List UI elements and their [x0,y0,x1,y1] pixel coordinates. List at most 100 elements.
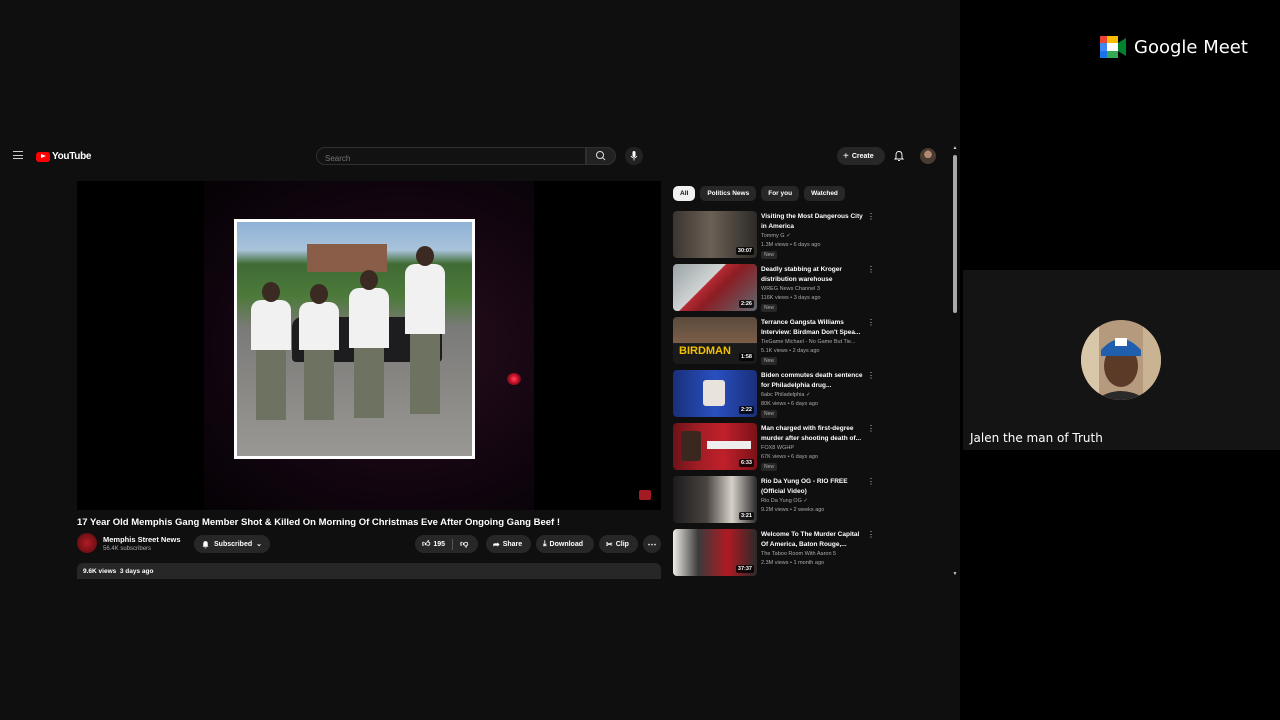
recommendation-title[interactable]: Biden commutes death sentence for Philad… [761,371,865,391]
like-count[interactable]: 195 [433,541,445,548]
photo-person [349,270,389,418]
video-thumbnail[interactable]: 37:37 [673,529,757,576]
recommendation-channel-name: 6abc Philadelphia [761,392,805,398]
google-meet-icon [1100,36,1126,58]
scroll-down-icon[interactable]: ▼ [952,571,958,577]
recommendation-item[interactable]: BIRDMAN 1:58 Terrance Gangsta Williams In… [673,317,883,370]
channel-avatar[interactable] [77,533,97,553]
more-vertical-icon[interactable]: ⋮ [867,265,875,274]
download-button[interactable]: ⤓ Download [536,535,594,553]
video-player[interactable] [77,181,661,510]
recommendation-channel[interactable]: TieGame Michael - No Game But Tie... [761,339,856,345]
clip-label: Clip [615,540,629,548]
clip-button[interactable]: ✂ Clip [599,535,638,553]
participant-tile[interactable]: Jalen the man of Truth [963,270,1280,450]
scroll-up-icon[interactable]: ▲ [952,145,958,151]
recommendation-title[interactable]: Welcome To The Murder Capital Of America… [761,530,865,550]
more-vertical-icon[interactable]: ⋮ [867,318,875,327]
more-vertical-icon[interactable]: ⋮ [867,530,875,539]
google-meet-logo: Google Meet [1100,36,1248,58]
video-title: 17 Year Old Memphis Gang Member Shot & K… [77,517,560,528]
search-box[interactable] [316,147,586,167]
create-button[interactable]: + Create [837,147,885,165]
notifications-bell-icon[interactable] [893,150,905,162]
participant-video [1081,320,1161,400]
verified-icon: ✓ [786,233,791,239]
download-label: Download [549,540,583,548]
share-icon: ➦ [493,539,500,549]
recommendation-title[interactable]: Rio Da Yung OG - RIO FREE (Official Vide… [761,477,865,497]
video-thumbnail[interactable]: 2:22 [673,370,757,417]
more-vertical-icon[interactable]: ⋮ [867,477,875,486]
subscribed-button[interactable]: Subscribed ⌄ [194,535,270,553]
chip-for-you[interactable]: For you [761,186,800,201]
search-button[interactable] [586,147,616,165]
search-input[interactable] [317,150,585,167]
scrollbar-thumb[interactable] [953,155,957,313]
recommendation-item[interactable]: 6:33 Man charged with first-degree murde… [673,423,883,476]
video-thumbnail[interactable]: 30:07 [673,211,757,258]
new-badge: New [761,304,778,312]
new-badge: New [761,410,778,418]
recommendation-channel-name: Tommy G [761,233,785,239]
recommendation-channel[interactable]: FOX8 WGHP [761,445,794,451]
create-label: Create [851,152,874,160]
recommendation-channel[interactable]: WREG News Channel 3 [761,286,820,292]
recommendation-title[interactable]: Terrance Gangsta Williams Interview: Bir… [761,318,865,338]
photo-person [405,246,445,414]
menu-icon[interactable] [13,151,23,159]
microphone-icon [630,151,638,161]
recommendation-channel[interactable]: 6abc Philadelphia ✓ [761,392,811,398]
voice-search-button[interactable] [625,147,643,165]
more-actions-button[interactable]: ⋯ [643,535,661,553]
recommendation-item[interactable]: 2:26 Deadly stabbing at Kroger distribut… [673,264,883,317]
more-vertical-icon[interactable]: ⋮ [867,212,875,221]
recommendation-title[interactable]: Visiting the Most Dangerous City in Amer… [761,212,865,232]
search-icon [596,151,606,161]
video-duration: 6:33 [738,459,754,467]
recommendation-item[interactable]: 37:37 Welcome To The Murder Capital Of A… [673,529,883,579]
recommendation-meta: 9.2M views • 2 weeks ago [761,507,825,513]
video-duration: 1:58 [738,353,754,361]
video-duration: 2:26 [738,300,754,308]
recommendation-meta: 1.3M views • 6 days ago [761,242,821,248]
recommendation-channel[interactable]: Tommy G ✓ [761,233,791,239]
like-dislike-group: 👍︎ 195 👎︎ [415,535,478,553]
recommendation-item[interactable]: 2:22 Biden commutes death sentence for P… [673,370,883,423]
more-horizontal-icon: ⋯ [647,538,657,549]
recommendation-channel[interactable]: Rio Da Yung OG ✓ [761,498,808,504]
more-vertical-icon[interactable]: ⋮ [867,424,875,433]
recommendation-item[interactable]: 30:07 Visiting the Most Dangerous City i… [673,211,883,264]
channel-subscriber-count: 56.4K subscribers [103,546,152,552]
chip-watched[interactable]: Watched [804,186,845,201]
page-scrollbar[interactable]: ▲ ▼ [952,145,958,577]
description-box[interactable]: 9.6K views 3 days ago [77,563,661,579]
recommendation-item[interactable]: 3:21 Rio Da Yung OG - RIO FREE (Official… [673,476,883,529]
video-thumbnail[interactable]: 3:21 [673,476,757,523]
recommendations-list: 30:07 Visiting the Most Dangerous City i… [673,211,883,579]
video-thumbnail[interactable]: 6:33 [673,423,757,470]
chip-politics-news[interactable]: Politics News [700,186,757,201]
more-vertical-icon[interactable]: ⋮ [867,371,875,380]
recommendation-title[interactable]: Deadly stabbing at Kroger distribution w… [761,265,865,285]
recommendation-channel[interactable]: The Taboo Room With Aaron 5 [761,551,836,557]
youtube-logo[interactable]: YouTube [36,151,92,162]
subscribed-label: Subscribed [214,540,253,548]
new-badge: New [761,251,778,259]
dislike-icon[interactable]: 👎︎ [460,539,468,549]
account-avatar[interactable] [920,148,936,164]
thumbnail-portrait [703,380,725,406]
filter-chips: All Politics News For you Watched [673,186,845,201]
video-duration: 30:07 [735,247,754,255]
video-thumbnail[interactable]: BIRDMAN 1:58 [673,317,757,364]
chip-all[interactable]: All [673,186,696,201]
new-badge: New [761,357,778,365]
video-duration: 37:37 [735,565,754,573]
like-icon[interactable]: 👍︎ [422,539,430,549]
photo-person [251,282,291,420]
share-button[interactable]: ➦ Share [486,535,531,553]
channel-watermark-icon[interactable] [639,490,651,500]
channel-name[interactable]: Memphis Street News [103,535,181,544]
video-thumbnail[interactable]: 2:26 [673,264,757,311]
recommendation-title[interactable]: Man charged with first-degree murder aft… [761,424,865,444]
